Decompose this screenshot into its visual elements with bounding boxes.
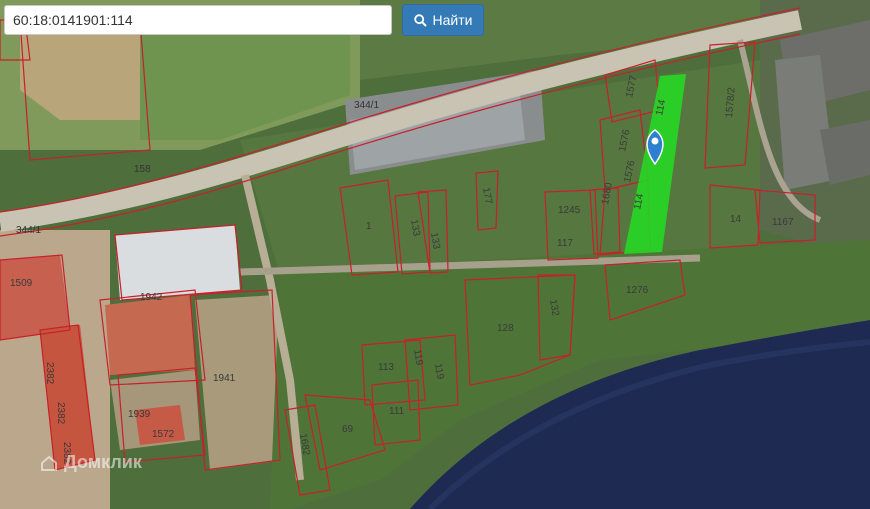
parcel-label: 2382: [44, 362, 55, 385]
watermark-text: Домклик: [64, 452, 142, 472]
parcel-label: 2382: [55, 402, 66, 425]
parcel-label: 1: [366, 221, 372, 232]
road-label: 344/1: [16, 225, 41, 236]
parcel-label: 1509: [10, 278, 33, 289]
search-button[interactable]: Найти: [402, 4, 484, 36]
house-icon: [41, 455, 57, 471]
parcel-label: 1942: [140, 292, 163, 303]
road-label: 158: [134, 164, 151, 175]
search-input[interactable]: [4, 5, 392, 35]
parcel-label: 111: [389, 406, 405, 417]
parcel-label: 1167: [772, 217, 794, 228]
parcel-label: 1276: [626, 285, 649, 296]
parcel-label: 14: [730, 214, 742, 225]
parcel-label: 113: [378, 362, 394, 373]
search-button-label: Найти: [432, 12, 473, 28]
watermark-logo: Домклик: [40, 452, 142, 473]
parcel-label: 1941: [213, 373, 236, 384]
parcel-label: 1245: [558, 205, 581, 216]
search-bar: Найти: [4, 4, 484, 36]
parcel-label: 117: [557, 238, 573, 249]
parcel-label: 1939: [128, 409, 151, 420]
road-label: 344/1: [354, 100, 379, 111]
satellite-map[interactable]: 114 114 344/1 158 344/1 1577 1576 1576 1…: [0, 0, 870, 509]
parcel-label: 128: [497, 323, 514, 334]
parcel-label: 69: [342, 424, 354, 435]
parcel-label: 1572: [152, 429, 175, 440]
search-icon: [413, 13, 427, 27]
